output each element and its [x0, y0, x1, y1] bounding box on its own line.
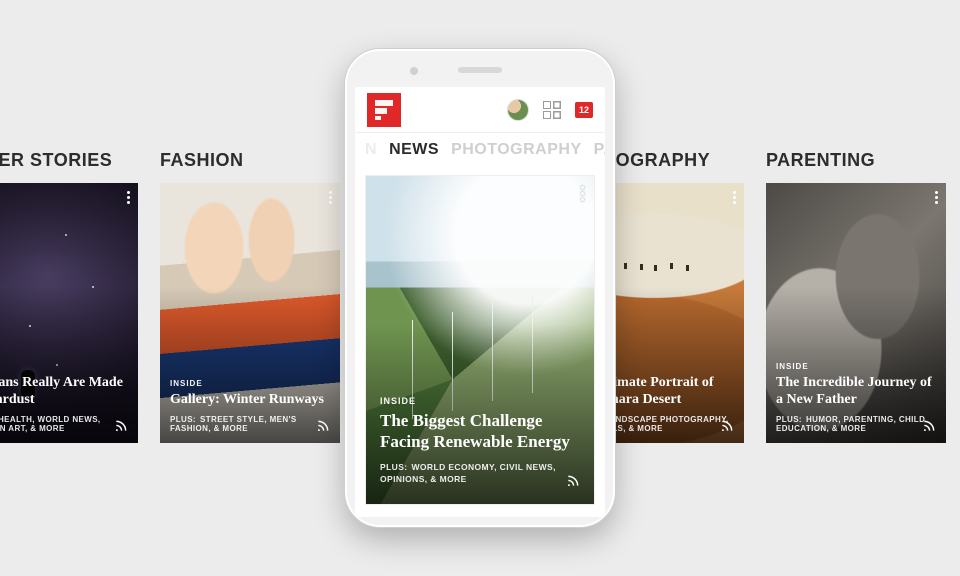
notification-badge[interactable]: 12 — [575, 102, 593, 118]
card-headline: The Incredible Journey of a New Father — [776, 375, 936, 409]
feature-plus: PLUS:WORLD ECONOMY, CIVIL NEWS, OPINIONS… — [380, 461, 580, 487]
rss-icon[interactable] — [720, 419, 734, 433]
rss-icon[interactable] — [114, 419, 128, 433]
tab-ghost-right: PAR — [594, 141, 605, 159]
inside-label: INSIDE — [776, 362, 936, 371]
tab-news[interactable]: NEWS — [389, 141, 439, 159]
more-icon[interactable] — [127, 191, 130, 204]
more-icon[interactable] — [935, 191, 938, 204]
phone-screen: 12 N NEWS PHOTOGRAPHY PAR INSIDE The Big… — [355, 87, 605, 517]
inside-label: INSIDE — [170, 379, 330, 388]
column-parenting: PARENTING INSIDE The Incredible Journey … — [766, 150, 946, 443]
phone-frame: 12 N NEWS PHOTOGRAPHY PAR INSIDE The Big… — [344, 48, 616, 528]
more-icon[interactable] — [329, 191, 332, 204]
feature-headline: The Biggest Challenge Facing Renewable E… — [380, 410, 580, 453]
column-title: PARENTING — [766, 150, 946, 171]
card-plus: PLUS:HEALTH, WORLD NEWS, MODERN ART, & M… — [0, 415, 128, 433]
more-icon[interactable] — [733, 191, 736, 204]
story-card[interactable]: INSIDE Humans Really Are Made of Stardus… — [0, 183, 138, 443]
avatar[interactable] — [507, 99, 529, 121]
inside-label: INSIDE — [0, 362, 128, 371]
flipboard-logo-icon[interactable] — [367, 93, 401, 127]
story-card[interactable]: INSIDE Gallery: Winter Runways PLUS:STRE… — [160, 183, 340, 443]
column-cover-stories: COVER STORIES INSIDE Humans Really Are M… — [0, 150, 138, 443]
column-title: COVER STORIES — [0, 150, 138, 171]
rss-icon[interactable] — [566, 474, 580, 488]
category-tabs[interactable]: N NEWS PHOTOGRAPHY PAR — [355, 133, 605, 167]
tab-ghost-left: N — [365, 141, 377, 159]
rss-icon[interactable] — [922, 419, 936, 433]
column-title: FASHION — [160, 150, 340, 171]
tab-photography[interactable]: PHOTOGRAPHY — [451, 141, 582, 159]
card-headline: Humans Really Are Made of Stardust — [0, 375, 128, 409]
grid-icon[interactable] — [543, 101, 561, 119]
topbar: 12 — [355, 87, 605, 133]
card-plus: PLUS:STREET STYLE, MEN'S FASHION, & MORE — [170, 415, 330, 433]
story-card[interactable]: INSIDE The Incredible Journey of a New F… — [766, 183, 946, 443]
column-fashion: FASHION INSIDE Gallery: Winter Runways P… — [160, 150, 340, 443]
card-headline: Gallery: Winter Runways — [170, 392, 330, 409]
card-plus: PLUS:HUMOR, PARENTING, CHILD EDUCATION, … — [776, 415, 936, 433]
rss-icon[interactable] — [316, 419, 330, 433]
inside-label: INSIDE — [380, 396, 580, 406]
more-icon[interactable] — [581, 186, 584, 201]
feature-card[interactable]: INSIDE The Biggest Challenge Facing Rene… — [365, 175, 595, 505]
